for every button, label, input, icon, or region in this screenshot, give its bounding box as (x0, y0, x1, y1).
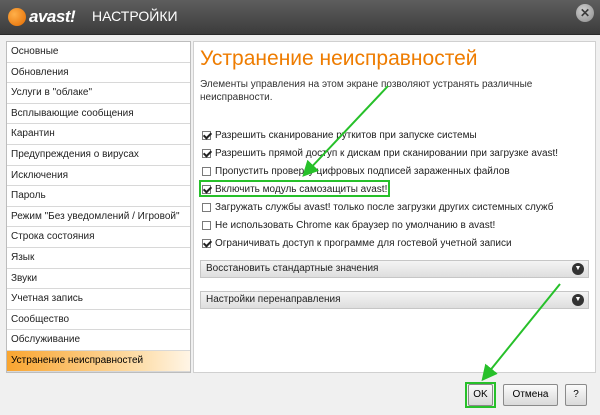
settings-window: avast! НАСТРОЙКИ ✕ Основные Обновления У… (0, 0, 600, 415)
arrow-to-self-defense (302, 85, 389, 177)
annotation-arrows (302, 85, 561, 382)
arrow-to-ok (481, 283, 561, 382)
